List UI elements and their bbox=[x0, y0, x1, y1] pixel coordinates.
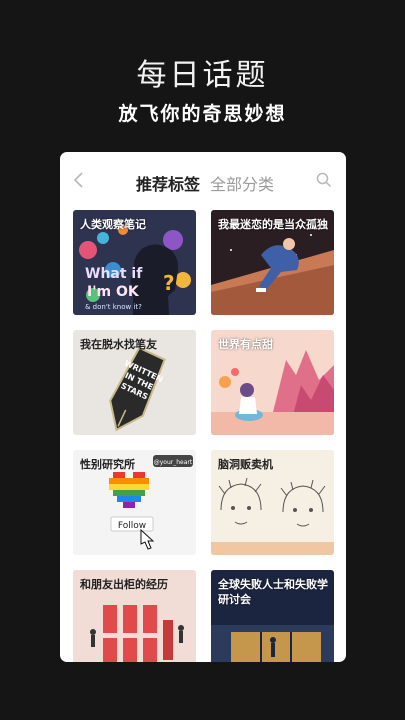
head-word-3: & don't know it? bbox=[85, 303, 142, 311]
topic-tile[interactable]: What if I'm OK & don't know it? ? 人类观察笔记 bbox=[73, 210, 196, 315]
search-icon[interactable] bbox=[316, 172, 332, 188]
topic-tile[interactable]: 世界有点甜 bbox=[211, 330, 334, 435]
topic-tile[interactable]: 和朋友出柜的经历 bbox=[73, 570, 196, 662]
topic-label: 性别研究所 bbox=[80, 458, 135, 471]
head-word-1: What if bbox=[85, 266, 143, 282]
topic-label: 全球失败人士和失败学研讨会 bbox=[218, 578, 328, 606]
card-header: 推荐标签 全部分类 bbox=[60, 152, 346, 210]
topic-tile[interactable]: 我最迷恋的是当众孤独 bbox=[211, 210, 334, 315]
topic-label: 脑洞贩卖机 bbox=[218, 458, 273, 471]
page-title: 每日话题 bbox=[136, 58, 269, 93]
head-word-2: I'm OK bbox=[87, 284, 140, 300]
topic-label: 人类观察笔记 bbox=[80, 218, 146, 231]
topic-label: 世界有点甜 bbox=[218, 338, 273, 351]
topic-label: 和朋友出柜的经历 bbox=[80, 578, 168, 591]
topic-label: 我最迷恋的是当众孤独 bbox=[218, 218, 328, 231]
page-subtitle: 放飞你的奇思妙想 bbox=[118, 103, 287, 125]
topic-tile[interactable]: 脑洞贩卖机 bbox=[211, 450, 334, 555]
tab-all-categories[interactable]: 全部分类 bbox=[210, 171, 274, 195]
head-word-4: ? bbox=[163, 271, 175, 295]
topic-tile[interactable]: WRITTEN IN THE STARS 我在脱水找笔友 bbox=[73, 330, 196, 435]
topic-label: 我在脱水找笔友 bbox=[80, 338, 157, 351]
topic-card: 推荐标签 全部分类 What if I'm OK & don't know it… bbox=[60, 152, 346, 662]
topic-tile[interactable]: @your_heart Follow 性别研究所 bbox=[73, 450, 196, 555]
chevron-left-icon[interactable] bbox=[72, 170, 86, 190]
topic-tile[interactable]: 全球失败人士和失败学研讨会 bbox=[211, 570, 334, 662]
tab-recommended[interactable]: 推荐标签 bbox=[136, 171, 200, 195]
follow-button-text: Follow bbox=[118, 521, 146, 531]
